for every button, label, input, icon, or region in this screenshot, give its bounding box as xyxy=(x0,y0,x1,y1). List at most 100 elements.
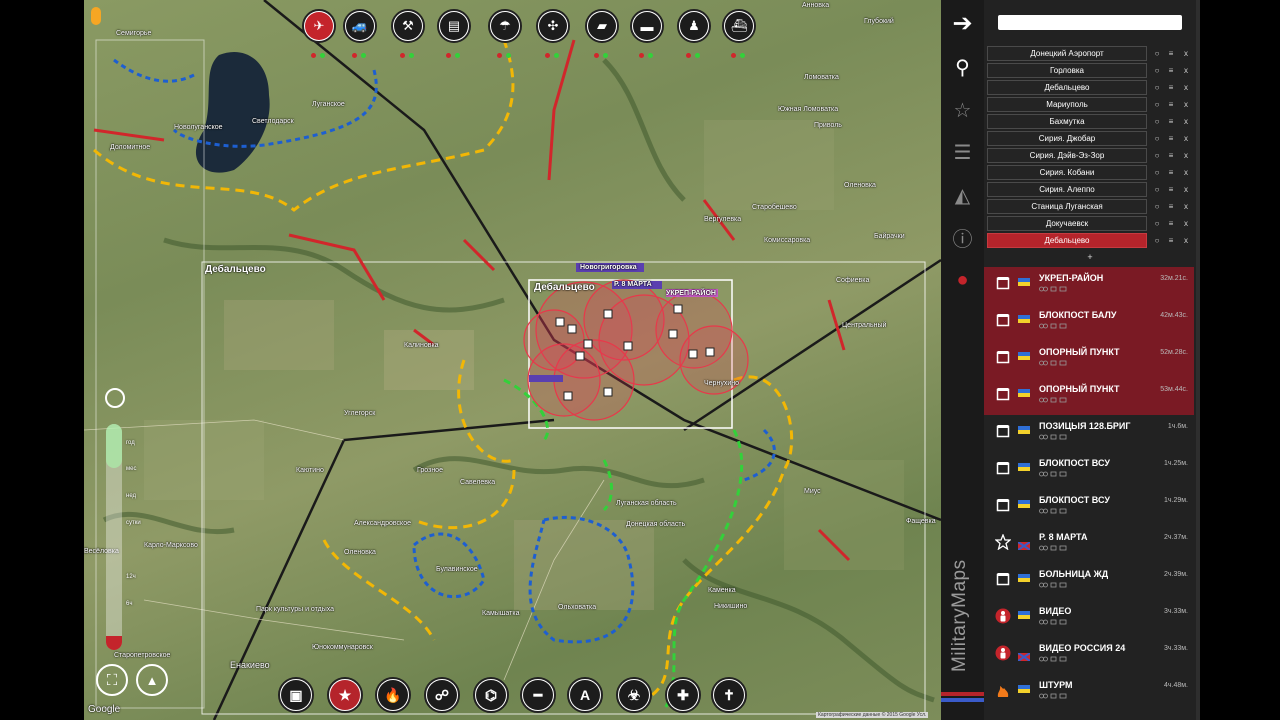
marker-tool-button[interactable]: ▣ xyxy=(278,677,314,713)
location-toggle-icon[interactable]: ○ xyxy=(1150,63,1164,78)
feed-item[interactable]: БОЛЬНИЦА ЖД 2ч.39м. xyxy=(984,563,1194,600)
feed-item[interactable]: ПОЗИЦЫЯ 128.БРИГ 1ч.6м. xyxy=(984,415,1194,452)
marker-tool-button[interactable]: ✝ xyxy=(711,677,747,713)
location-toggle-icon[interactable]: ○ xyxy=(1150,216,1164,231)
location-row[interactable]: Докучаевск ○ ≡ x xyxy=(987,216,1195,231)
navigation-icon[interactable]: ◭ xyxy=(941,180,984,210)
location-toggle-icon[interactable]: ○ xyxy=(1150,114,1164,129)
zoom-knob-icon[interactable] xyxy=(105,388,125,408)
unit-button[interactable]: ✈ xyxy=(302,9,336,43)
feed-item[interactable]: ОПОРНЫЙ ПУНКТ 53м.44с. xyxy=(984,378,1194,415)
location-toggle-icon[interactable]: ○ xyxy=(1150,199,1164,214)
map-viewport[interactable]: Семигорье Новолуганское Светлодарск Луга… xyxy=(84,0,941,720)
location-row[interactable]: Сирия. Алеппо ○ ≡ x xyxy=(987,182,1195,197)
marker-tool-button[interactable]: ☣ xyxy=(616,677,652,713)
location-name[interactable]: Сирия. Джобар xyxy=(987,131,1147,146)
location-close-icon[interactable]: x xyxy=(1179,114,1193,129)
location-close-icon[interactable]: x xyxy=(1179,216,1193,231)
location-toggle-icon[interactable]: ○ xyxy=(1150,97,1164,112)
marker-tool-button[interactable]: ★ xyxy=(327,677,363,713)
map-pin-icon[interactable] xyxy=(91,7,101,25)
location-row[interactable]: Сирия. Джобар ○ ≡ x xyxy=(987,131,1195,146)
location-toggle-icon[interactable]: ○ xyxy=(1150,46,1164,61)
feed-item[interactable]: БЛОКПОСТ ВСУ 1ч.29м. xyxy=(984,489,1194,526)
unit-button[interactable]: ⚒ xyxy=(391,9,425,43)
location-menu-icon[interactable]: ≡ xyxy=(1164,131,1178,146)
unit-button[interactable]: ▰ xyxy=(585,9,619,43)
location-toggle-icon[interactable]: ○ xyxy=(1150,131,1164,146)
feed-item[interactable]: БЛОКПОСТ БАЛУ 42м.43с. xyxy=(984,304,1194,341)
location-row[interactable]: Донецкий Аэропорт ○ ≡ x xyxy=(987,46,1195,61)
marker-tool-button[interactable]: A xyxy=(567,677,603,713)
unit-button[interactable]: ✣ xyxy=(536,9,570,43)
location-toggle-icon[interactable]: ○ xyxy=(1150,182,1164,197)
location-name[interactable]: Докучаевск xyxy=(987,216,1147,231)
location-row[interactable]: Станица Луганская ○ ≡ x xyxy=(987,199,1195,214)
unit-button[interactable]: ☂ xyxy=(488,9,522,43)
location-close-icon[interactable]: x xyxy=(1179,97,1193,112)
location-name[interactable]: Дебальцево xyxy=(987,80,1147,95)
marker-tool-button[interactable]: 🔥 xyxy=(375,677,411,713)
location-menu-icon[interactable]: ≡ xyxy=(1164,182,1178,197)
unit-button[interactable]: ⛴ xyxy=(722,9,756,43)
unit-button[interactable]: ▤ xyxy=(437,9,471,43)
location-close-icon[interactable]: x xyxy=(1179,199,1193,214)
location-close-icon[interactable]: x xyxy=(1179,233,1193,248)
location-row[interactable]: Мариуполь ○ ≡ x xyxy=(987,97,1195,112)
location-menu-icon[interactable]: ≡ xyxy=(1164,165,1178,180)
location-row[interactable]: Дебальцево ○ ≡ x xyxy=(987,80,1195,95)
location-row[interactable]: Дебальцево ○ ≡ x xyxy=(987,233,1195,248)
location-row[interactable]: Сирия. Кобани ○ ≡ x xyxy=(987,165,1195,180)
feed-item[interactable]: УКРЕП-РАЙОН 32м.21с. xyxy=(984,267,1194,304)
feed-item[interactable]: Р. 8 МАРТА 2ч.37м. xyxy=(984,526,1194,563)
feed-item[interactable]: ВИДЕО РОССИЯ 24 3ч.33м. xyxy=(984,637,1194,674)
feed-item[interactable]: ВИДЕО 3ч.33м. xyxy=(984,600,1194,637)
feed-item[interactable]: БЛОКПОСТ ВСУ 1ч.25м. xyxy=(984,452,1194,489)
fullscreen-button[interactable]: ⛶ xyxy=(96,664,128,696)
location-menu-icon[interactable]: ≡ xyxy=(1164,97,1178,112)
location-name[interactable]: Горловка xyxy=(987,63,1147,78)
location-name[interactable]: Станица Луганская xyxy=(987,199,1147,214)
location-menu-icon[interactable]: ≡ xyxy=(1164,114,1178,129)
location-menu-icon[interactable]: ≡ xyxy=(1164,199,1178,214)
location-name[interactable]: Дебальцево xyxy=(987,233,1147,248)
forward-arrow-icon[interactable]: ➔ xyxy=(941,8,984,38)
location-toggle-icon[interactable]: ○ xyxy=(1150,165,1164,180)
marker-tool-button[interactable]: ✚ xyxy=(665,677,701,713)
location-name[interactable]: Сирия. Кобани xyxy=(987,165,1147,180)
russia-flag-icon[interactable]: ● xyxy=(941,265,984,295)
location-name[interactable]: Донецкий Аэропорт xyxy=(987,46,1147,61)
location-row[interactable]: Сирия. Дэйв-Эз-Зор ○ ≡ x xyxy=(987,148,1195,163)
location-pin-icon[interactable]: ⚲ xyxy=(941,52,984,82)
location-name[interactable]: Бахмутка xyxy=(987,114,1147,129)
location-toggle-icon[interactable]: ○ xyxy=(1150,148,1164,163)
location-menu-icon[interactable]: ≡ xyxy=(1164,46,1178,61)
unit-button[interactable]: 🚙 xyxy=(343,9,377,43)
location-toggle-icon[interactable]: ○ xyxy=(1150,233,1164,248)
layers-button[interactable]: ▲ xyxy=(136,664,168,696)
unit-button[interactable]: ♟ xyxy=(677,9,711,43)
search-input[interactable] xyxy=(998,15,1182,30)
favorites-star-icon[interactable]: ☆ xyxy=(941,95,984,125)
feed-item[interactable]: ОПОРНЫЙ ПУНКТ 52м.28с. xyxy=(984,341,1194,378)
location-close-icon[interactable]: x xyxy=(1179,131,1193,146)
location-close-icon[interactable]: x xyxy=(1179,148,1193,163)
location-row[interactable]: Горловка ○ ≡ x xyxy=(987,63,1195,78)
feed-item[interactable]: ШТУРМ 4ч.48м. xyxy=(984,674,1194,711)
location-menu-icon[interactable]: ≡ xyxy=(1164,148,1178,163)
location-name[interactable]: Мариуполь xyxy=(987,97,1147,112)
location-close-icon[interactable]: x xyxy=(1179,182,1193,197)
location-menu-icon[interactable]: ≡ xyxy=(1164,80,1178,95)
location-close-icon[interactable]: x xyxy=(1179,165,1193,180)
add-location-button[interactable]: + xyxy=(984,252,1196,262)
location-menu-icon[interactable]: ≡ xyxy=(1164,216,1178,231)
location-name[interactable]: Сирия. Дэйв-Эз-Зор xyxy=(987,148,1147,163)
location-close-icon[interactable]: x xyxy=(1179,63,1193,78)
marker-tool-button[interactable]: ⌬ xyxy=(473,677,509,713)
location-close-icon[interactable]: x xyxy=(1179,80,1193,95)
marker-tool-button[interactable]: ☍ xyxy=(424,677,460,713)
marker-tool-button[interactable]: ━ xyxy=(520,677,556,713)
unit-button[interactable]: ▬ xyxy=(630,9,664,43)
location-close-icon[interactable]: x xyxy=(1179,46,1193,61)
location-menu-icon[interactable]: ≡ xyxy=(1164,63,1178,78)
